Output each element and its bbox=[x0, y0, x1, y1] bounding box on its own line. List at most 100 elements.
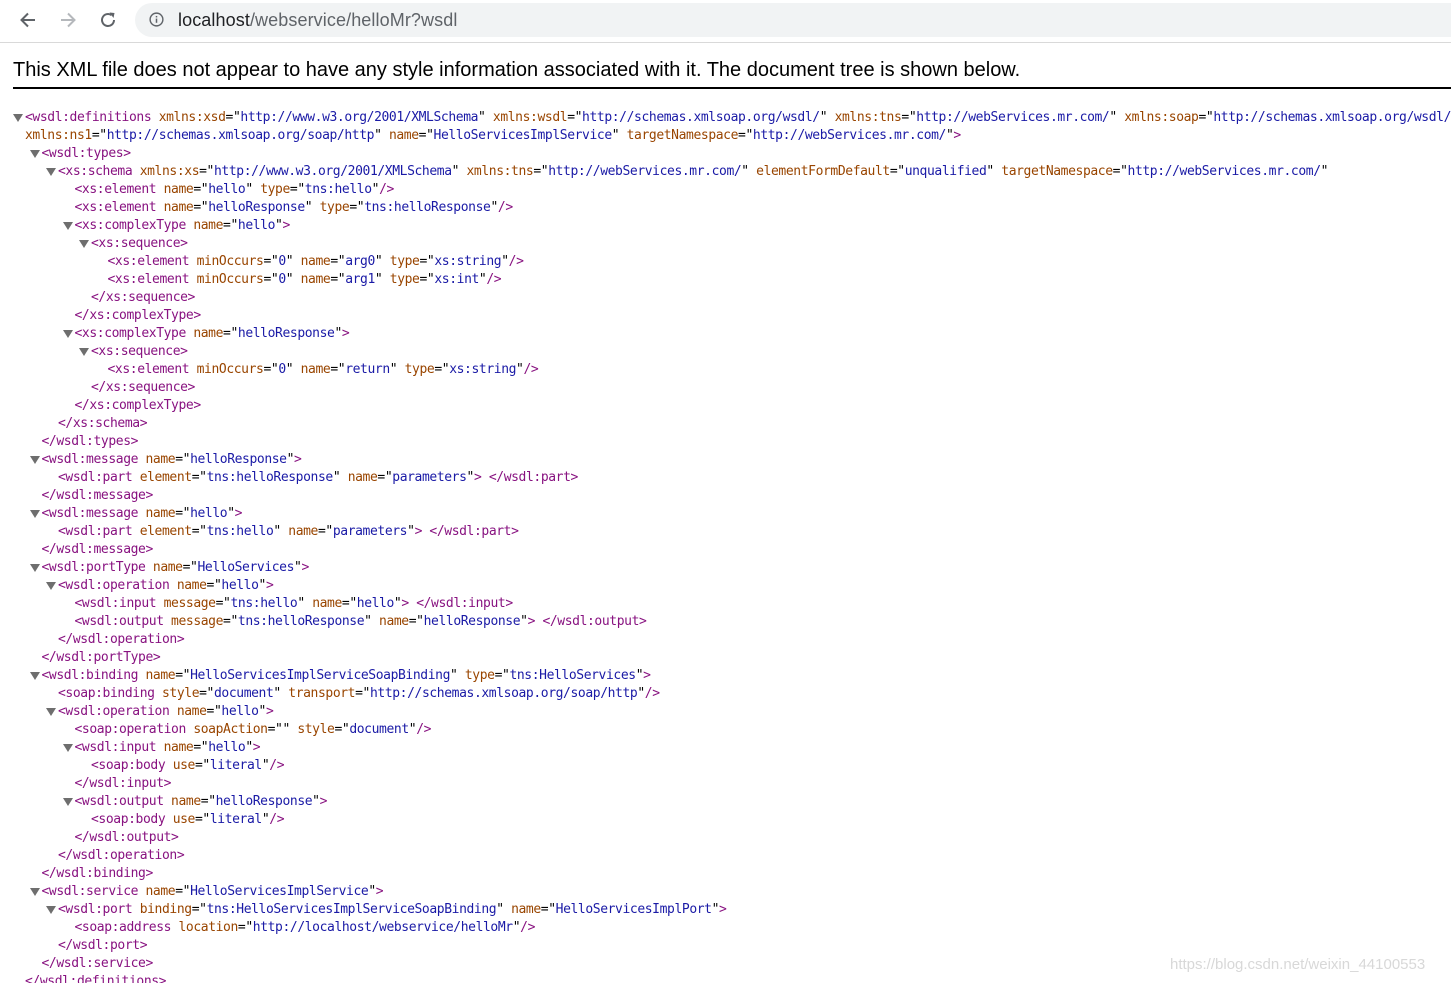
collapse-triangle-icon[interactable] bbox=[29, 456, 40, 464]
xml-punctuation: " bbox=[389, 362, 405, 377]
collapse-triangle-icon[interactable] bbox=[79, 348, 89, 356]
xml-tag: <wsdl:port bbox=[58, 902, 140, 917]
xml-punctuation: =" bbox=[330, 272, 346, 287]
xml-punctuation: " bbox=[490, 200, 498, 215]
xml-punctuation: " bbox=[496, 902, 512, 917]
xml-document-tree: <wsdl:definitions xmlns:xsd="http://www.… bbox=[0, 109, 1451, 983]
xml-attribute-value: http://schemas.xmlsoap.org/soap/http bbox=[369, 686, 638, 701]
xml-punctuation: =" bbox=[175, 884, 191, 899]
xml-tag: > bbox=[301, 560, 309, 575]
xml-tag: <wsdl:operation bbox=[58, 704, 177, 719]
xml-punctuation: =" bbox=[193, 200, 209, 215]
xml-tag: <wsdl:definitions bbox=[25, 110, 159, 125]
xml-punctuation: " bbox=[312, 794, 320, 809]
xml-tag: <wsdl:portType bbox=[41, 560, 153, 575]
collapse-triangle-icon[interactable] bbox=[62, 330, 73, 338]
xml-line: <wsdl:part element="tns:helloResponse" n… bbox=[58, 469, 578, 487]
xml-line: </xs:schema> bbox=[58, 415, 148, 433]
xml-attribute-name: type bbox=[319, 200, 350, 215]
xml-attribute-value: hello bbox=[208, 740, 246, 755]
xml-attribute-name: name bbox=[176, 704, 207, 719]
xml-tag: <xs:complexType bbox=[74, 218, 194, 233]
xml-punctuation: =" bbox=[182, 560, 198, 575]
xml-line: </wsdl:binding> bbox=[42, 865, 154, 883]
xml-tag: /> bbox=[269, 812, 285, 827]
xml-punctuation: =" bbox=[199, 164, 214, 179]
xml-attribute-value: document bbox=[349, 722, 409, 737]
collapse-triangle-icon[interactable] bbox=[62, 798, 73, 806]
collapse-triangle-icon[interactable] bbox=[79, 240, 89, 248]
xml-attribute-name: use bbox=[172, 812, 196, 827]
xml-line: </wsdl:operation> bbox=[58, 631, 185, 649]
xml-line: <soap:body use="literal"/> bbox=[91, 811, 285, 829]
xml-line: </wsdl:types> bbox=[42, 433, 139, 451]
collapse-triangle-icon[interactable] bbox=[62, 222, 73, 230]
back-button[interactable] bbox=[15, 7, 41, 33]
xml-tag: <wsdl:message bbox=[41, 506, 146, 521]
collapse-triangle-icon[interactable] bbox=[46, 708, 56, 716]
xml-line: <xs:sequence> bbox=[91, 235, 188, 253]
xml-punctuation: " bbox=[478, 110, 493, 125]
forward-button[interactable] bbox=[55, 7, 81, 33]
collapse-triangle-icon[interactable] bbox=[29, 510, 40, 518]
xml-line: <wsdl:binding name="HelloServicesImplSer… bbox=[42, 667, 652, 685]
xml-tag: > </wsdl:output> bbox=[527, 614, 647, 629]
xml-attribute-value: hello bbox=[221, 578, 259, 593]
xml-tag: <wsdl:output bbox=[74, 794, 172, 809]
collapse-triangle-icon[interactable] bbox=[29, 564, 40, 572]
collapse-triangle-icon[interactable] bbox=[46, 582, 56, 590]
xml-attribute-name: name bbox=[193, 218, 224, 233]
xml-tag: > bbox=[953, 128, 961, 143]
collapse-triangle-icon[interactable] bbox=[46, 906, 56, 914]
xml-attribute-name: xmlns:ns1 bbox=[25, 128, 92, 143]
xml-tag: </wsdl:operation> bbox=[58, 848, 185, 863]
xml-attribute-value: http://www.w3.org/2001/XMLSchema bbox=[240, 110, 479, 125]
xml-attribute-value: tns:helloResponse bbox=[237, 614, 365, 629]
collapse-triangle-icon[interactable] bbox=[62, 744, 73, 752]
watermark: https://blog.csdn.net/weixin_44100553 bbox=[1170, 956, 1426, 973]
collapse-triangle-icon[interactable] bbox=[13, 114, 23, 122]
xml-punctuation: ="" bbox=[267, 722, 298, 737]
xml-tag: </wsdl:portType> bbox=[41, 650, 161, 665]
reload-button[interactable] bbox=[95, 7, 121, 33]
xml-tag: <soap:address bbox=[74, 920, 179, 935]
collapse-triangle-icon[interactable] bbox=[46, 168, 56, 176]
xml-attribute-name: name bbox=[379, 614, 409, 629]
xml-attribute-name: name bbox=[163, 740, 194, 755]
xml-attribute-value: tns:hello bbox=[206, 524, 274, 539]
xml-punctuation: =" bbox=[418, 128, 434, 143]
xml-tag: <wsdl:output bbox=[74, 614, 172, 629]
xml-attribute-name: name bbox=[145, 452, 176, 467]
xml-punctuation: =" bbox=[377, 470, 393, 485]
xml-attribute-name: name bbox=[163, 200, 194, 215]
xml-attribute-name: xmlns:tns bbox=[834, 110, 902, 125]
xml-punctuation: =" bbox=[540, 902, 556, 917]
xml-attribute-value: tns:hello bbox=[230, 596, 298, 611]
info-icon[interactable] bbox=[149, 12, 164, 27]
xml-punctuation: =" bbox=[355, 686, 370, 701]
xml-attribute-value: 0 bbox=[278, 272, 286, 287]
address-bar[interactable]: localhost/webservice/helloMr?wsdl bbox=[135, 3, 1451, 37]
xml-attribute-name: xmlns:soap bbox=[1124, 110, 1199, 125]
xml-attribute-value: hello bbox=[237, 218, 276, 233]
xml-attribute-name: name bbox=[288, 524, 318, 539]
xml-line: <wsdl:output message="tns:helloResponse"… bbox=[75, 613, 647, 631]
xml-tag: <wsdl:service bbox=[41, 884, 146, 899]
xml-tag: <wsdl:message bbox=[41, 452, 146, 467]
xml-tag: <wsdl:part bbox=[58, 524, 140, 539]
xml-tag: <wsdl:input bbox=[74, 740, 164, 755]
url-path: /webservice/helloMr?wsdl bbox=[249, 10, 458, 30]
xml-punctuation: =" bbox=[533, 164, 549, 179]
xml-line: <wsdl:message name="hello"> bbox=[42, 505, 243, 523]
xml-line: </wsdl:port> bbox=[58, 937, 148, 955]
xml-punctuation: " bbox=[332, 470, 348, 485]
xml-attribute-value: arg0 bbox=[345, 254, 375, 269]
xml-attribute-value: hello bbox=[208, 182, 246, 197]
collapse-triangle-icon[interactable] bbox=[29, 150, 40, 158]
address-url[interactable]: localhost/webservice/helloMr?wsdl bbox=[178, 9, 457, 31]
collapse-triangle-icon[interactable] bbox=[29, 672, 40, 680]
xml-attribute-value: tns:helloResponse bbox=[206, 470, 334, 485]
xml-attribute-name: name bbox=[152, 560, 183, 575]
xml-attribute-value: http://www.w3.org/2001/XMLSchema bbox=[213, 164, 452, 179]
collapse-triangle-icon[interactable] bbox=[29, 888, 40, 896]
